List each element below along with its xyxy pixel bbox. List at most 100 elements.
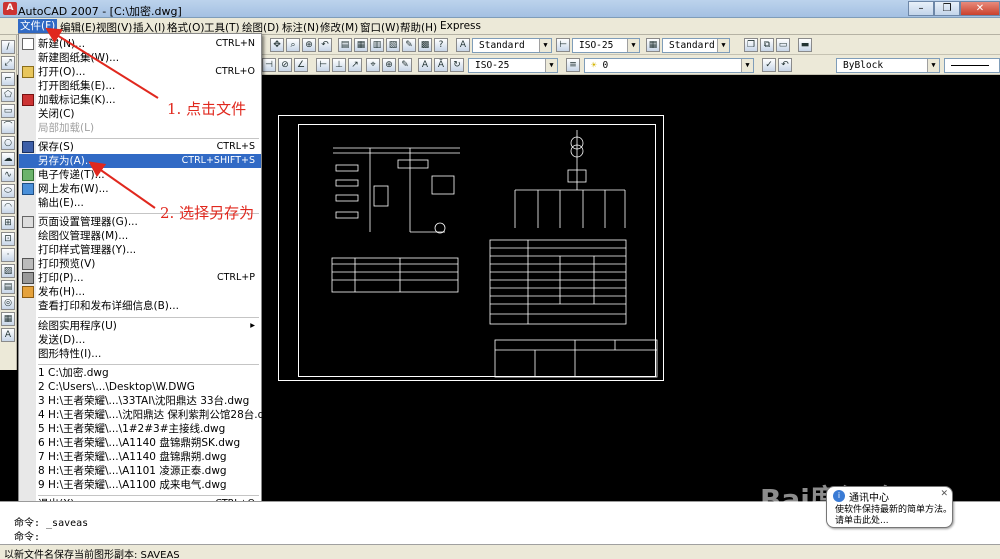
markup-icon[interactable]: ✎: [402, 38, 416, 52]
recent-file-9[interactable]: 9 H:\王者荣耀\...\A1100 成来电气.dwg: [19, 478, 261, 492]
sheet-set-icon[interactable]: ▧: [386, 38, 400, 52]
menu-item-save-as[interactable]: 另存为(A)... CTRL+SHIFT+S: [19, 154, 261, 168]
recent-file-8[interactable]: 8 H:\王者荣耀\...\A1101 凌源正泰.dwg: [19, 464, 261, 478]
pan-icon[interactable]: ✥: [270, 38, 284, 52]
recent-file-7[interactable]: 7 H:\王者荣耀\...\A1140 盘锦鼎朔.dwg: [19, 450, 261, 464]
arrange-icon[interactable]: ▬: [798, 38, 812, 52]
chevron-down-icon[interactable]: ▼: [927, 59, 939, 72]
line-icon[interactable]: /: [1, 40, 15, 54]
menu-item-new-sheet-set[interactable]: 新建图纸集(W)...: [19, 51, 261, 65]
region-icon[interactable]: ◎: [1, 296, 15, 310]
polyline-icon[interactable]: ⌐: [1, 72, 15, 86]
dim-angular-icon[interactable]: ∠: [294, 58, 308, 72]
tolerance-icon[interactable]: ⌖: [366, 58, 380, 72]
chevron-down-icon[interactable]: ▼: [741, 59, 753, 72]
dim-radius-icon[interactable]: ⊘: [278, 58, 292, 72]
recent-file-3[interactable]: 3 H:\王者荣耀\...\33TAI\沈阳鼎达 33台.dwg: [19, 394, 261, 408]
close-button[interactable]: ✕: [960, 1, 1000, 16]
menu-item-plot-preview[interactable]: 打印预览(V): [19, 257, 261, 271]
cascade-icon[interactable]: ❐: [744, 38, 758, 52]
menu-item-publish-web[interactable]: 网上发布(W)...: [19, 182, 261, 196]
balloon-body[interactable]: 使软件保持最新的简单方法。 请单击此处...: [835, 505, 952, 527]
calculator-icon[interactable]: ▩: [418, 38, 432, 52]
menu-item-publish[interactable]: 发布(H)...: [19, 285, 261, 299]
leader-icon[interactable]: ↗: [348, 58, 362, 72]
recent-file-1[interactable]: 1 C:\加密.dwg: [19, 366, 261, 380]
menu-item-plot-details[interactable]: 查看打印和发布详细信息(B)...: [19, 299, 261, 313]
dim-baseline-icon[interactable]: ⊥: [332, 58, 346, 72]
make-layer-current-icon[interactable]: ✓: [762, 58, 776, 72]
help-icon[interactable]: ?: [434, 38, 448, 52]
menu-item-plot[interactable]: 打印(P)... CTRL+P: [19, 271, 261, 285]
dim-style-select[interactable]: ISO-25 ▼: [572, 38, 640, 53]
hatch-icon[interactable]: ▨: [1, 264, 15, 278]
dim-continue-icon[interactable]: ⊢: [316, 58, 330, 72]
dim-linear-icon[interactable]: ⊣: [262, 58, 276, 72]
ellipse-arc-icon[interactable]: ◠: [1, 200, 15, 214]
minimize-button[interactable]: –: [908, 1, 934, 16]
communication-center-balloon[interactable]: i 通讯中心 ✕ 使软件保持最新的简单方法。 请单击此处...: [826, 486, 953, 528]
multiline-text-icon[interactable]: A: [1, 328, 15, 342]
menu-item-open-sheet-set[interactable]: 打开图纸集(E)...: [19, 79, 261, 93]
chevron-down-icon[interactable]: ▼: [545, 59, 557, 72]
construction-line-icon[interactable]: ⤢: [1, 56, 15, 70]
recent-file-5[interactable]: 5 H:\王者荣耀\...\1#2#3#主接线.dwg: [19, 422, 261, 436]
tile-vertical-icon[interactable]: ▭: [776, 38, 790, 52]
make-block-icon[interactable]: ⊡: [1, 232, 15, 246]
recent-file-2[interactable]: 2 C:\Users\...\Desktop\W.DWG: [19, 380, 261, 394]
menu-item-open[interactable]: 打开(O)... CTRL+O: [19, 65, 261, 79]
command-prompt[interactable]: 命令:: [14, 528, 40, 543]
text-align-icon[interactable]: Ā: [434, 58, 448, 72]
text-style-select[interactable]: Standard ▼: [472, 38, 552, 53]
menu-modify[interactable]: 修改(M): [320, 20, 358, 35]
menu-express[interactable]: Express: [440, 20, 481, 32]
rectangle-icon[interactable]: ▭: [1, 104, 15, 118]
text-icon[interactable]: A: [418, 58, 432, 72]
recent-file-4[interactable]: 4 H:\王者荣耀\...\沈阳鼎达 保利紫荆公馆28台.dwg: [19, 408, 280, 422]
circle-icon[interactable]: ○: [1, 136, 15, 150]
revision-cloud-icon[interactable]: ☁: [1, 152, 15, 166]
zoom-window-icon[interactable]: ⊕: [302, 38, 316, 52]
insert-block-icon[interactable]: ⊞: [1, 216, 15, 230]
tile-horizontal-icon[interactable]: ⧉: [760, 38, 774, 52]
menu-item-drawing-utilities[interactable]: 绘图实用程序(U) ▸: [19, 319, 261, 333]
linetype-select[interactable]: [944, 58, 1000, 73]
autocad-app-icon[interactable]: A: [3, 2, 17, 15]
chevron-down-icon[interactable]: ▼: [717, 39, 729, 52]
menu-item-plotter-manager[interactable]: 绘图仪管理器(M)...: [19, 229, 261, 243]
chevron-down-icon[interactable]: ▼: [627, 39, 639, 52]
polygon-icon[interactable]: ⬠: [1, 88, 15, 102]
dim-style-select-2[interactable]: ISO-25 ▼: [468, 58, 558, 73]
menu-dimension[interactable]: 标注(N): [282, 20, 319, 35]
center-mark-icon[interactable]: ⊕: [382, 58, 396, 72]
close-icon[interactable]: ✕: [940, 489, 948, 499]
gradient-icon[interactable]: ▤: [1, 280, 15, 294]
tool-palettes-icon[interactable]: ▥: [370, 38, 384, 52]
table-style-select[interactable]: Standard ▼: [662, 38, 730, 53]
chevron-down-icon[interactable]: ▼: [539, 39, 551, 52]
layer-previous-icon[interactable]: ↶: [778, 58, 792, 72]
menu-item-save[interactable]: 保存(S) CTRL+S: [19, 140, 261, 154]
design-center-icon[interactable]: ▦: [354, 38, 368, 52]
maximize-button[interactable]: ❐: [934, 1, 960, 16]
layer-manager-icon[interactable]: ≡: [566, 58, 580, 72]
layer-select[interactable]: ☀ 0 ▼: [584, 58, 754, 73]
menu-help[interactable]: 帮助(H): [400, 20, 437, 35]
menu-item-new[interactable]: 新建(N)... CTRL+N: [19, 37, 261, 51]
zoom-previous-icon[interactable]: ↶: [318, 38, 332, 52]
spline-icon[interactable]: ∿: [1, 168, 15, 182]
menu-item-send[interactable]: 发送(D)...: [19, 333, 261, 347]
menu-window[interactable]: 窗口(W): [360, 20, 400, 35]
point-icon[interactable]: ·: [1, 248, 15, 262]
arc-icon[interactable]: ⌒: [1, 120, 15, 134]
dim-update-icon[interactable]: ↻: [450, 58, 464, 72]
properties-icon[interactable]: ▤: [338, 38, 352, 52]
menu-item-plot-style-manager[interactable]: 打印样式管理器(Y)...: [19, 243, 261, 257]
color-select[interactable]: ByBlock ▼: [836, 58, 940, 73]
dim-edit-icon[interactable]: ✎: [398, 58, 412, 72]
menu-item-etransmit[interactable]: 电子传递(T)...: [19, 168, 261, 182]
table-icon[interactable]: ▦: [1, 312, 15, 326]
recent-file-6[interactable]: 6 H:\王者荣耀\...\A1140 盘锦鼎朔SK.dwg: [19, 436, 261, 450]
menu-file[interactable]: 文件(F): [18, 19, 58, 34]
balloon-line-2[interactable]: 请单击此处...: [835, 516, 952, 527]
